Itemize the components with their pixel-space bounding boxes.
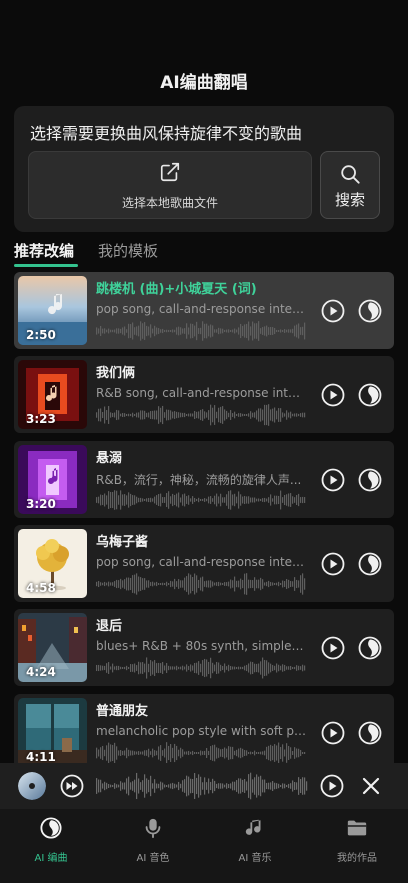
song-waveform [96, 657, 306, 679]
song-row[interactable]: 4:24 退后 blues+ R&B + 80s synth, simple c… [14, 609, 394, 686]
song-waveform [96, 490, 306, 510]
ai-arrange-icon[interactable] [358, 383, 382, 407]
song-duration: 3:20 [26, 497, 56, 511]
mini-player [0, 763, 408, 809]
external-link-icon [160, 162, 180, 182]
nav-my-works[interactable]: 我的作品 [306, 817, 408, 867]
play-icon[interactable] [321, 383, 345, 407]
search-label: 搜索 [334, 191, 365, 209]
song-title: 跳楼机 (曲)+小城夏天 (词) [96, 282, 257, 297]
song-description: R&B song, call-and-response inter... [96, 386, 306, 400]
ai-arrange-icon[interactable] [358, 636, 382, 660]
ai-arrange-icon[interactable] [358, 468, 382, 492]
song-description: pop song, call-and-response interl... [96, 302, 306, 316]
song-row[interactable]: 3:20 悬溺 R&B，流行，神秘，流畅的旋律人声... [14, 441, 394, 518]
tab-my-templates[interactable]: 我的模板 [98, 240, 158, 261]
song-description: R&B，流行，神秘，流畅的旋律人声... [96, 473, 302, 487]
song-artwork: 4:11 [18, 698, 87, 767]
ai-arrange-icon [40, 817, 62, 839]
song-title: 乌梅子酱 [96, 535, 149, 550]
select-local-file-button[interactable]: 选择本地歌曲文件 [28, 151, 312, 219]
play-icon[interactable] [321, 552, 345, 576]
fast-forward-icon[interactable] [60, 774, 84, 798]
song-artwork: 3:23 [18, 360, 87, 429]
player-play-icon[interactable] [320, 774, 344, 798]
close-icon[interactable] [361, 776, 381, 796]
nav-label: 我的作品 [337, 853, 377, 864]
song-duration: 4:24 [26, 665, 56, 679]
music-note-icon [245, 819, 261, 835]
song-title: 普通朋友 [96, 704, 149, 719]
song-row[interactable]: 4:58 乌梅子酱 pop song, call-and-response in… [14, 525, 394, 602]
player-waveform[interactable] [96, 772, 308, 800]
play-icon[interactable] [321, 468, 345, 492]
song-row[interactable]: 4:11 普通朋友 melancholic pop style with sof… [14, 694, 394, 771]
song-row[interactable]: 3:23 我们俩 R&B song, call-and-response int… [14, 356, 394, 433]
song-picker-panel: 选择需要更换曲风保持旋律不变的歌曲 选择本地歌曲文件 搜索 [14, 106, 394, 232]
song-waveform [96, 742, 306, 764]
play-icon[interactable] [321, 721, 345, 745]
page-title: AI编曲翻唱 [160, 73, 248, 93]
song-artwork: 4:58 [18, 529, 87, 598]
disc-thumbnail[interactable] [18, 772, 46, 800]
song-duration: 3:23 [26, 412, 56, 426]
song-artwork: 2:50 [18, 276, 87, 345]
bottom-nav: AI 编曲 AI 音色 AI 音乐 我的作品 [0, 809, 408, 883]
nav-label: AI 音色 [136, 853, 170, 864]
search-icon [341, 165, 360, 184]
ai-arrange-icon[interactable] [358, 721, 382, 745]
nav-ai-arrange[interactable]: AI 编曲 [0, 817, 102, 867]
tab-active-indicator [14, 264, 78, 267]
song-duration: 4:11 [26, 750, 56, 764]
play-icon[interactable] [321, 636, 345, 660]
song-description: melancholic pop style with soft pia... [96, 724, 306, 738]
song-title: 我们俩 [96, 366, 136, 381]
select-local-file-label: 选择本地歌曲文件 [121, 196, 218, 210]
song-description: pop song, call-and-response interl... [96, 555, 306, 569]
song-artwork: 4:24 [18, 613, 87, 682]
tab-recommended[interactable]: 推荐改编 [14, 240, 74, 261]
play-icon[interactable] [321, 299, 345, 323]
nav-ai-music[interactable]: AI 音乐 [204, 817, 306, 867]
nav-label: AI 音乐 [238, 853, 272, 864]
song-row[interactable]: 2:50 跳楼机 (曲)+小城夏天 (词) pop song, call-and… [14, 272, 394, 349]
song-duration: 4:58 [26, 581, 56, 595]
ai-arrange-icon[interactable] [358, 299, 382, 323]
nav-label: AI 编曲 [34, 853, 68, 864]
song-title: 退后 [96, 619, 123, 634]
panel-heading: 选择需要更换曲风保持旋律不变的歌曲 [30, 124, 303, 143]
nav-ai-voice[interactable]: AI 音色 [102, 817, 204, 867]
song-title: 悬溺 [96, 451, 123, 466]
microphone-icon [145, 818, 161, 839]
folder-icon [347, 820, 367, 836]
song-waveform [96, 404, 306, 426]
ai-arrange-icon[interactable] [358, 552, 382, 576]
song-waveform [96, 321, 306, 341]
song-artwork: 3:20 [18, 445, 87, 514]
search-button[interactable]: 搜索 [320, 151, 380, 219]
song-duration: 2:50 [26, 328, 56, 342]
song-waveform [96, 573, 306, 595]
song-description: blues+ R&B + 80s synth, simple ch... [96, 639, 306, 653]
